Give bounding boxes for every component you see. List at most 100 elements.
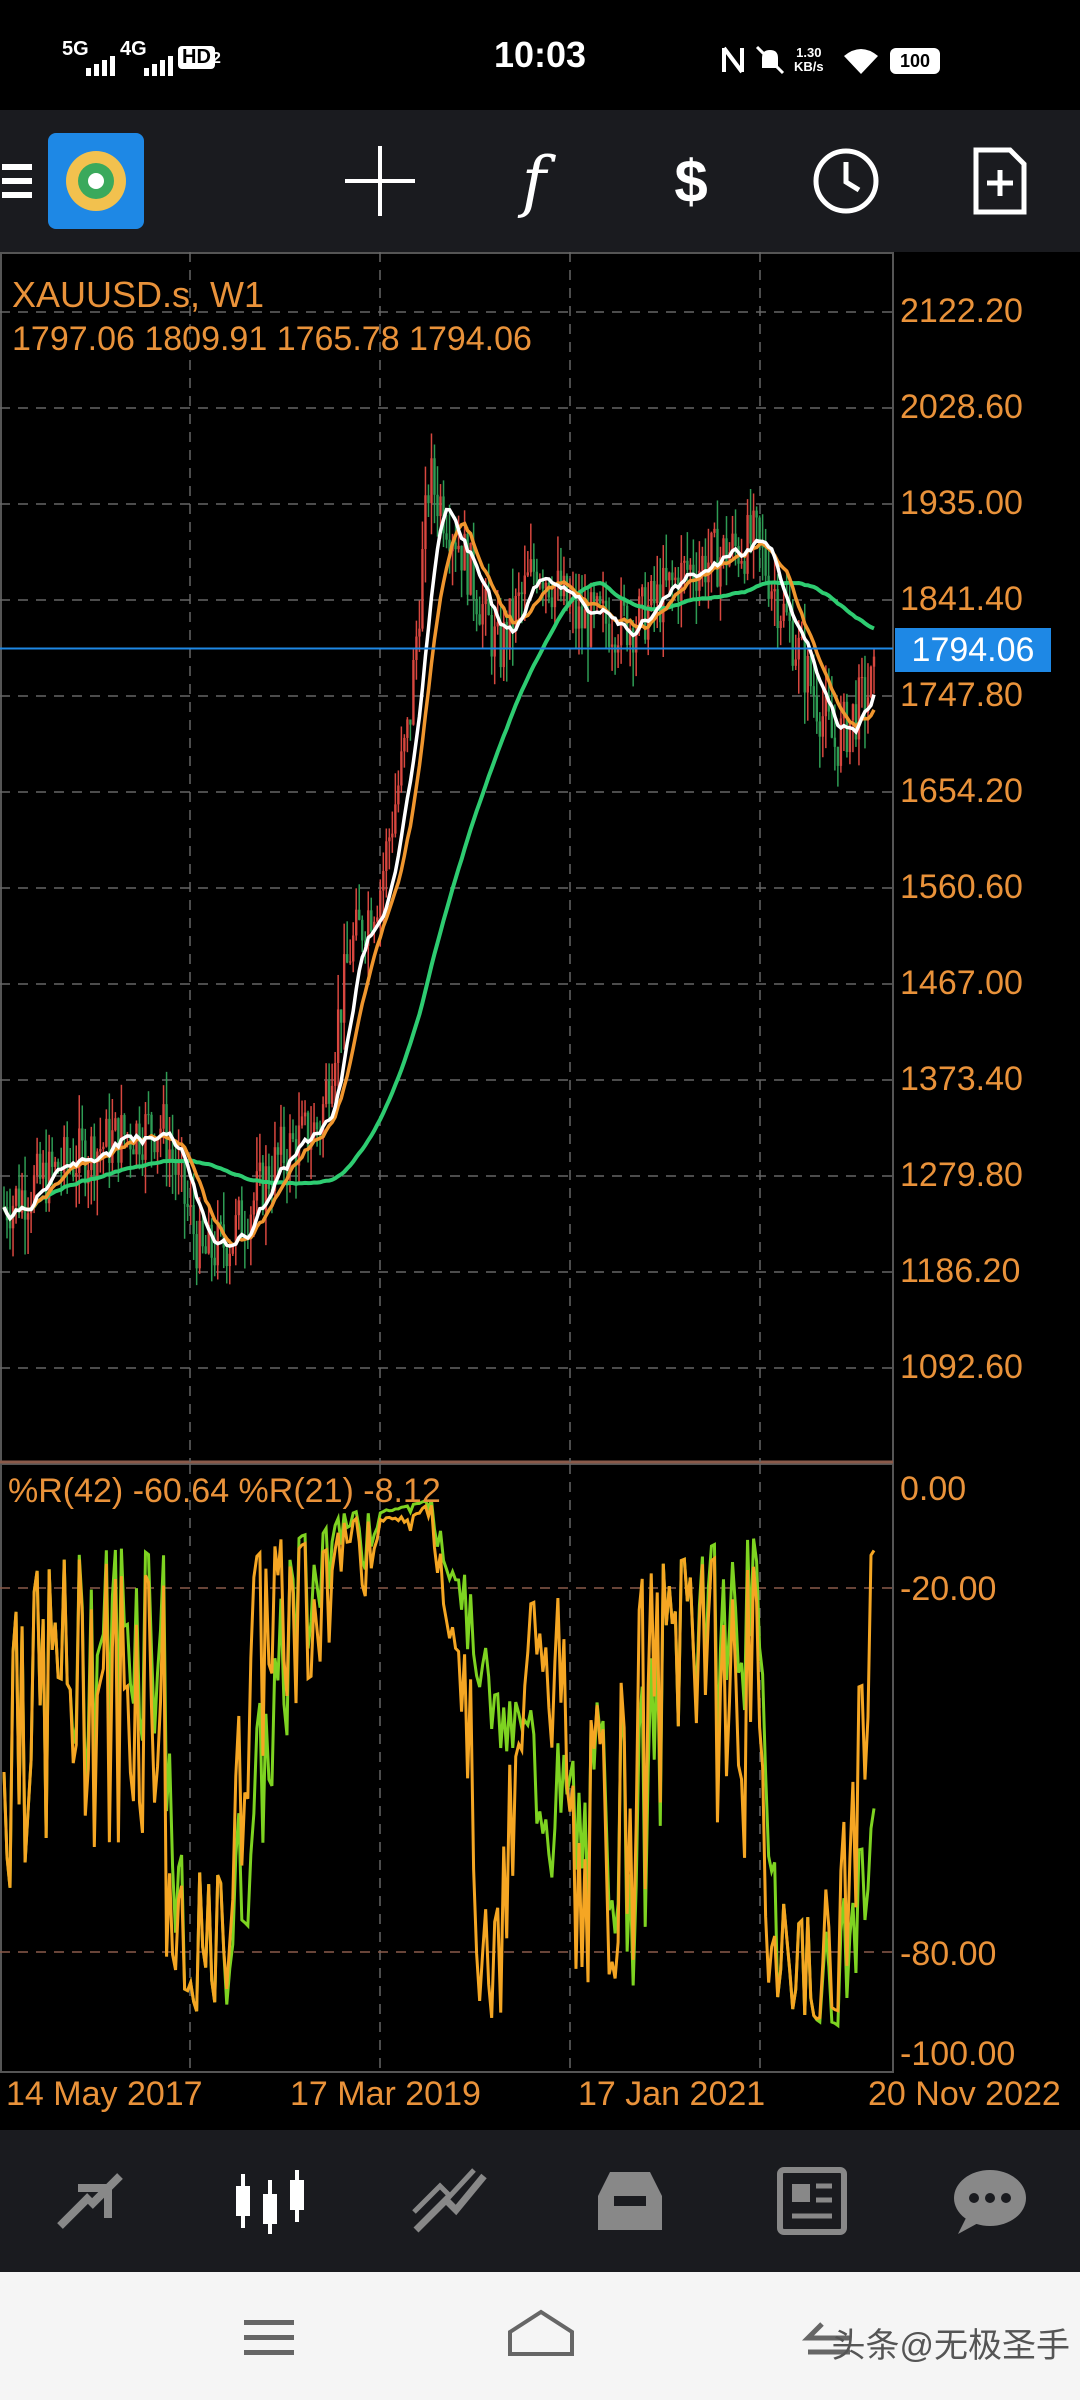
candle-body (261, 1162, 265, 1211)
date-axis-label: 17 Mar 2019 (290, 2075, 481, 2113)
candle-body (225, 1247, 228, 1267)
candle-body (740, 561, 743, 564)
candle-body (361, 919, 364, 941)
candle-body (472, 542, 475, 600)
candle-body (237, 1200, 241, 1216)
candle-body (809, 655, 812, 687)
candle-body (418, 628, 421, 637)
candle-body (324, 1080, 328, 1105)
app-logo[interactable] (46, 110, 146, 252)
candle-body (147, 1114, 150, 1116)
candle-body (454, 542, 457, 550)
candle-body (315, 1122, 319, 1130)
candle-body (355, 909, 358, 936)
candle-body (345, 954, 349, 963)
candle-body (162, 1104, 165, 1129)
candle-body (803, 636, 806, 693)
candle-body (529, 559, 533, 573)
candle-body (722, 538, 725, 558)
price-axis-label: 1467.00 (900, 964, 1023, 1002)
candle-body (370, 910, 373, 932)
candle-body (255, 1171, 259, 1201)
candle-body (872, 656, 876, 667)
candle-body (228, 1253, 231, 1267)
trade-icon[interactable]: $ (636, 110, 746, 252)
candle-body (695, 580, 698, 591)
candle-body (791, 621, 794, 666)
timeframe-icon[interactable] (796, 110, 896, 252)
candle-body (385, 841, 388, 872)
candle-body (439, 496, 442, 517)
candle-body (35, 1153, 39, 1176)
crosshair-icon[interactable] (330, 110, 430, 252)
candle-body (671, 572, 674, 581)
candle-body (204, 1246, 207, 1254)
indicator-axis-label: 0.00 (900, 1470, 967, 1508)
candle-body (517, 592, 520, 596)
candle-body (776, 589, 779, 629)
candle-body (755, 510, 758, 518)
candle-body (508, 598, 511, 649)
candle-body (758, 517, 761, 541)
candle-body (812, 686, 815, 697)
candle-body (183, 1159, 186, 1204)
candle-body (475, 599, 478, 615)
candle-body (773, 589, 776, 592)
candle-body (276, 1147, 280, 1155)
candle-body (433, 458, 436, 495)
candle-body (490, 614, 493, 657)
candle-body (785, 603, 788, 613)
new-order-icon[interactable] (950, 110, 1050, 252)
candle-body (342, 954, 346, 1023)
candle-body (41, 1162, 45, 1179)
net-speed: 1.30 KB/s (794, 45, 824, 74)
candle-body (457, 545, 460, 550)
date-axis-label: 14 May 2017 (6, 2075, 203, 2113)
candle-body (81, 1128, 84, 1141)
candle-body (710, 532, 713, 563)
candle-body (403, 737, 406, 752)
price-axis-label: 2028.60 (900, 388, 1023, 426)
candle-body (499, 622, 502, 668)
candle-body (830, 711, 834, 738)
candle-body (734, 533, 737, 547)
candle-body (743, 561, 746, 574)
candle-body (406, 719, 409, 738)
candle-body (379, 890, 382, 918)
history-icon[interactable] (540, 2130, 720, 2272)
candle-body (394, 804, 397, 834)
recent-apps-icon[interactable] (244, 2318, 300, 2358)
candle-body (105, 1118, 108, 1147)
candle-body (391, 833, 394, 838)
candle-body (689, 564, 692, 570)
trade-icon[interactable] (360, 2130, 540, 2272)
candle-body (258, 1162, 262, 1172)
candle-body (481, 604, 484, 625)
candle-body (484, 588, 487, 605)
candle-body (397, 785, 400, 805)
candle-body (96, 1151, 99, 1180)
candle-body (674, 577, 677, 581)
candle-body (409, 719, 412, 725)
price-axis-label: 1092.60 (900, 1348, 1023, 1386)
messages-icon[interactable] (900, 2130, 1080, 2272)
candle-body (641, 587, 644, 597)
candle-body (523, 575, 526, 595)
candle-body (186, 1203, 189, 1207)
candle-body (788, 612, 791, 622)
battery-indicator: 100 (890, 48, 940, 74)
candle-body (863, 677, 867, 713)
indicator-axis-label: -80.00 (900, 1935, 997, 1973)
candle-body (421, 549, 424, 629)
home-icon[interactable] (506, 2308, 576, 2358)
ohlc-label: 1797.06 1809.91 1765.78 1794.06 (12, 320, 532, 358)
candle-body (833, 737, 837, 747)
candle-body (746, 515, 749, 574)
candle-body (348, 961, 352, 963)
candle-body (436, 494, 439, 517)
chart-icon[interactable] (180, 2130, 360, 2272)
indicators-icon[interactable]: f (484, 110, 584, 252)
quotes-icon[interactable] (0, 2130, 180, 2272)
news-icon[interactable] (720, 2130, 900, 2272)
menu-icon[interactable] (0, 110, 34, 252)
